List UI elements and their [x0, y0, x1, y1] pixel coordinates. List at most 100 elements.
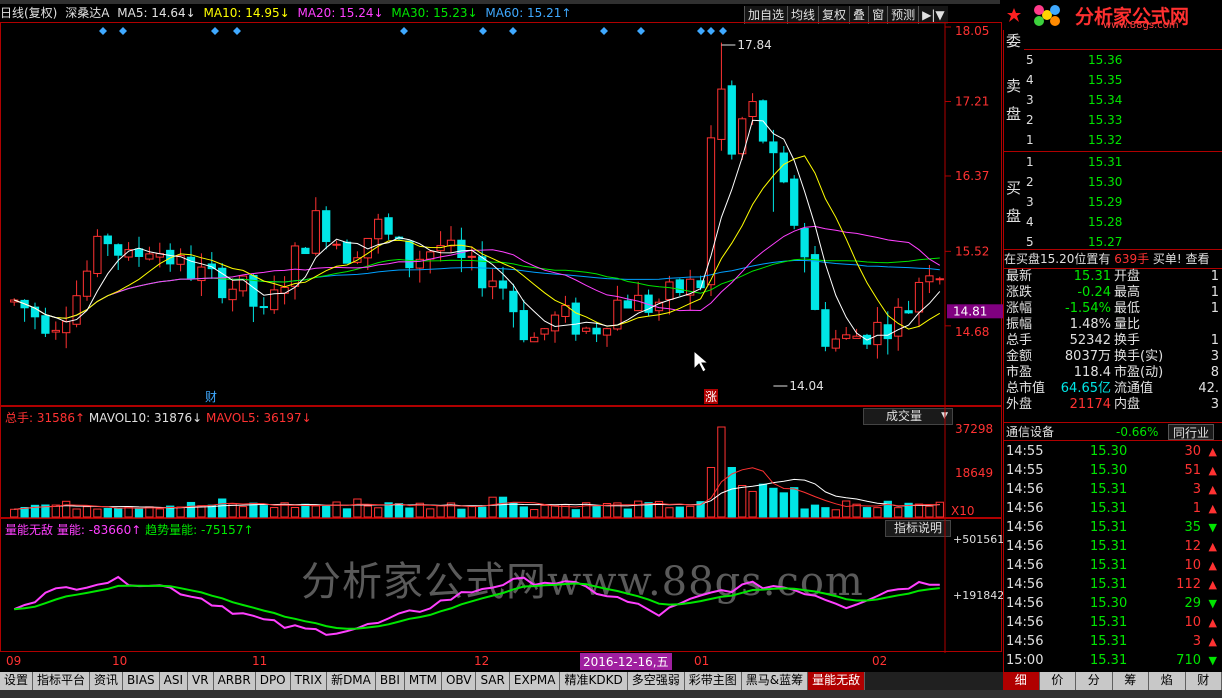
volume-bar: [62, 500, 71, 518]
volume-bar: [769, 487, 778, 518]
volume-bar: [914, 503, 924, 518]
candle-body: [727, 85, 736, 155]
sell-row[interactable]: 4 15.35: [1004, 70, 1222, 90]
notice-qty: 639手: [1114, 252, 1150, 266]
sell-row[interactable]: 1 15.32: [1004, 130, 1222, 150]
candle-body: [332, 243, 341, 246]
x-label-dec: 12: [474, 654, 490, 668]
tab-1[interactable]: 指标平台: [33, 672, 91, 690]
candle-body: [488, 280, 497, 288]
right-tab-1[interactable]: 价: [1039, 672, 1076, 690]
buy-row[interactable]: 2 15.30: [1004, 172, 1222, 192]
volume-bars: 37298 18649 X10: [10, 407, 993, 519]
low-label: 14.04: [789, 379, 823, 393]
tick-volume: 29: [1184, 596, 1201, 611]
same-industry-button[interactable]: 同行业: [1168, 424, 1215, 440]
tab-13[interactable]: SAR: [476, 672, 510, 690]
candle-body: [114, 244, 123, 256]
volume-bar: [82, 506, 92, 518]
signal-diamond-icon: [233, 27, 241, 35]
buy-row[interactable]: 4 15.28: [1004, 212, 1222, 232]
candle-body: [592, 327, 601, 335]
price-tick-label: 15.52: [955, 244, 989, 258]
tick-time: 14:56: [1006, 558, 1044, 573]
volume-panel[interactable]: 总手: 31586↑ MAVOL10: 31876↓ MAVOL5: 36197…: [0, 406, 1002, 519]
tab-15[interactable]: 精准KDKD: [560, 672, 628, 690]
tab-0[interactable]: 设置: [0, 672, 34, 690]
sell-row[interactable]: 2 15.33: [1004, 110, 1222, 130]
price-chart-panel[interactable]: 18.05 17.21 16.37 15.52 14.68 14.81 17.84 14.04…: [0, 22, 1003, 407]
tab-10[interactable]: BBI: [375, 672, 405, 690]
buy-price: 15.28: [1088, 215, 1123, 229]
volume-bar: [790, 487, 799, 518]
candle-body: [769, 141, 778, 154]
ma30-value: MA30: 15.23↓: [391, 6, 478, 20]
volume-bar: [686, 505, 695, 518]
sell-row[interactable]: 5 15.36: [1004, 50, 1222, 70]
volume-bar: [831, 509, 840, 518]
volume-bar: [374, 507, 383, 518]
candle-body: [821, 309, 830, 347]
indicator-panel[interactable]: 量能无敌 量能: -83660↑ 趋势量能: -75157↑ 指标说明 分析家公…: [0, 518, 1003, 653]
arrow-down-icon: ▼: [1208, 654, 1217, 667]
tab-19[interactable]: 量能无敌: [808, 672, 866, 690]
tick-time: 15:00: [1006, 653, 1044, 668]
tab-3[interactable]: BIAS: [123, 672, 160, 690]
tick-volume: 112: [1176, 577, 1201, 592]
tick-time: 14:55: [1006, 444, 1044, 459]
tab-2[interactable]: 资讯: [90, 672, 124, 690]
quote-row: 总手 52342 换手 1: [1006, 333, 1219, 348]
volume-unit-label: X10: [951, 504, 975, 518]
buy-row[interactable]: 1 15.31: [1004, 152, 1222, 172]
date-axis: 09 10 11 12 01 02 2016-12-16,五: [0, 652, 1002, 672]
candlestick-chart[interactable]: 18.05 17.21 16.37 15.52 14.68 14.81 17.84 14.04…: [1, 23, 1003, 407]
chart-header: 日线(复权) 深桑达A MA5: 14.64↓ MA10: 14.95↓ MA2…: [0, 4, 740, 22]
volume-bar: [810, 504, 820, 518]
tab-14[interactable]: EXPMA: [509, 672, 561, 690]
finance-event-marker: 财: [205, 390, 217, 404]
tab-11[interactable]: MTM: [404, 672, 442, 690]
sell-row[interactable]: 3 15.34: [1004, 90, 1222, 110]
buy-row[interactable]: 3 15.29: [1004, 192, 1222, 212]
arrow-up-icon: ▲: [1208, 445, 1217, 458]
tab-7[interactable]: DPO: [255, 672, 291, 690]
tab-8[interactable]: TRIX: [290, 672, 328, 690]
tab-4[interactable]: ASI: [159, 672, 189, 690]
right-tab-4[interactable]: 焰: [1149, 672, 1186, 690]
horizontal-scrollbar[interactable]: [0, 690, 1222, 698]
candle-body: [82, 270, 92, 297]
tab-16[interactable]: 多空强弱: [627, 672, 685, 690]
right-tab-3[interactable]: 筹: [1112, 672, 1149, 690]
tick-time: 14:56: [1006, 634, 1044, 649]
tab-9[interactable]: 新DMA: [327, 672, 376, 690]
sell-level: 2: [1026, 113, 1034, 127]
tab-18[interactable]: 黑马&蓝筹: [741, 672, 809, 690]
large-order-notice[interactable]: 在买盘15.20位置有 639手 买单! 查看: [1004, 249, 1222, 267]
right-tab-5[interactable]: 财: [1185, 672, 1222, 690]
tick-time: 14:56: [1006, 596, 1044, 611]
candle-body: [873, 321, 882, 346]
sell-price: 15.36: [1088, 53, 1123, 67]
volume-bar: [800, 508, 809, 518]
right-tab-0[interactable]: 细: [1003, 672, 1040, 690]
tab-17[interactable]: 彩带主图: [684, 672, 742, 690]
tab-5[interactable]: VR: [188, 672, 214, 690]
tick-volume: 3: [1192, 634, 1201, 649]
sector-row[interactable]: 通信设备 -0.66% 同行业: [1004, 422, 1222, 441]
notice-tail: 买单! 查看: [1152, 252, 1210, 266]
right-tab-2[interactable]: 分: [1076, 672, 1113, 690]
sell-price: 15.33: [1088, 113, 1123, 127]
candle-body: [426, 251, 435, 260]
tick-time: 14:55: [1006, 463, 1044, 478]
candle-body: [467, 255, 476, 258]
period-label[interactable]: 日线(复权): [0, 6, 57, 20]
tab-12[interactable]: OBV: [441, 672, 477, 690]
order-book-title: 委: [1006, 32, 1022, 50]
mavol5-line: [14, 467, 940, 510]
arrow-down-icon: ▼: [1208, 521, 1217, 534]
tab-6[interactable]: ARBR: [213, 672, 256, 690]
volume-tick-label: 18649: [955, 466, 993, 480]
volume-bar: [134, 508, 144, 518]
current-price-label: 14.81: [953, 304, 987, 318]
x-label-jan: 01: [694, 654, 710, 668]
